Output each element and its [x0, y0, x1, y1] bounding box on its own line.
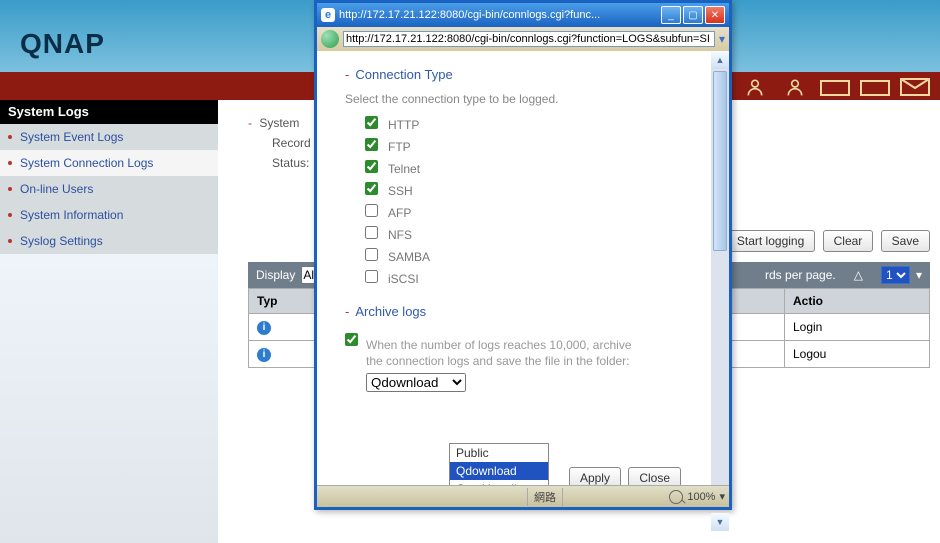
dropdown-icon[interactable]: ▾ — [719, 32, 725, 46]
conn-type-desc: Select the connection type to be logged. — [345, 92, 705, 106]
sidebar-nav: System Event Logs System Connection Logs… — [0, 124, 218, 254]
info-icon: i — [257, 348, 271, 362]
scroll-down-icon[interactable]: ▼ — [711, 513, 729, 531]
sidebar-item-online-users[interactable]: On-line Users — [0, 176, 218, 202]
page-select[interactable]: 1 — [881, 266, 910, 284]
status-text: 網路 — [534, 489, 556, 505]
display-label: Display — [256, 268, 295, 282]
scroll-thumb[interactable] — [713, 71, 727, 251]
perpage-label: rds per page. — [765, 268, 836, 282]
col-action[interactable]: Actio — [784, 289, 929, 314]
archive-note: When the number of logs reaches 10,000, … — [366, 337, 646, 369]
scroll-up-icon[interactable]: ▲ — [711, 51, 729, 69]
close-button[interactable]: ✕ — [705, 6, 725, 24]
info-icon: i — [257, 321, 271, 335]
user-icon[interactable] — [740, 77, 770, 97]
sidebar-item-connection-logs[interactable]: System Connection Logs — [0, 150, 218, 176]
folder-option[interactable]: Qdownload — [450, 462, 548, 480]
ie-icon: e — [321, 8, 335, 22]
opt-ftp[interactable]: FTP — [365, 138, 705, 154]
apply-button[interactable]: Apply — [569, 467, 621, 485]
mail-icon[interactable] — [900, 77, 930, 97]
sidebar-header: System Logs — [0, 100, 218, 124]
section-title: System — [259, 116, 299, 130]
popup-scrollbar[interactable]: ▲ ▼ — [711, 51, 729, 485]
address-bar: http://172.17.21.122:8080/cgi-bin/connlo… — [317, 27, 729, 51]
folder-icon[interactable] — [860, 77, 890, 97]
conn-type-list: HTTP FTP Telnet SSH AFP NFS SAMBA iSCSI — [365, 116, 705, 286]
folder-option[interactable]: Public — [450, 444, 548, 462]
save-button[interactable]: Save — [881, 230, 930, 252]
popup-title: http://172.17.21.122:8080/cgi-bin/connlo… — [339, 9, 600, 21]
clear-button[interactable]: Clear — [823, 230, 874, 252]
archive-checkbox[interactable] — [345, 333, 358, 346]
opt-samba[interactable]: SAMBA — [365, 248, 705, 264]
conn-type-title: Connection Type — [355, 67, 452, 82]
opt-afp[interactable]: AFP — [365, 204, 705, 220]
popup-titlebar[interactable]: e http://172.17.21.122:8080/cgi-bin/conn… — [317, 3, 729, 27]
popup-window: e http://172.17.21.122:8080/cgi-bin/conn… — [314, 0, 732, 510]
url-input[interactable]: http://172.17.21.122:8080/cgi-bin/connlo… — [343, 31, 715, 47]
sort-icon[interactable]: △ — [854, 268, 863, 282]
popup-statusbar: 網路 100% ▾ — [317, 485, 729, 507]
globe-icon — [321, 30, 339, 48]
folder-select[interactable]: Qdownload — [366, 373, 466, 392]
opt-http[interactable]: HTTP — [365, 116, 705, 132]
sidebar-item-event-logs[interactable]: System Event Logs — [0, 124, 218, 150]
zoom-icon[interactable] — [669, 490, 683, 504]
opt-telnet[interactable]: Telnet — [365, 160, 705, 176]
minimize-button[interactable]: _ — [661, 6, 681, 24]
opt-ssh[interactable]: SSH — [365, 182, 705, 198]
archive-title: Archive logs — [355, 304, 426, 319]
folder-icon[interactable] — [820, 77, 850, 97]
start-logging-button[interactable]: Start logging — [726, 230, 815, 252]
maximize-button[interactable]: ▢ — [683, 6, 703, 24]
folder-option[interactable]: Qmultimedia — [450, 480, 548, 485]
sidebar-item-system-information[interactable]: System Information — [0, 202, 218, 228]
opt-nfs[interactable]: NFS — [365, 226, 705, 242]
popup-body: -Connection Type Select the connection t… — [317, 51, 729, 485]
opt-iscsi[interactable]: iSCSI — [365, 270, 705, 286]
brand-logo: QNAP — [20, 28, 105, 60]
close-popup-button[interactable]: Close — [628, 467, 681, 485]
folder-dropdown-open[interactable]: Public Qdownload Qmultimedia Qrecordings… — [449, 443, 549, 485]
chevron-down-icon[interactable]: ▾ — [916, 268, 922, 282]
sidebar-item-syslog-settings[interactable]: Syslog Settings — [0, 228, 218, 254]
user-icon[interactable] — [780, 77, 810, 97]
